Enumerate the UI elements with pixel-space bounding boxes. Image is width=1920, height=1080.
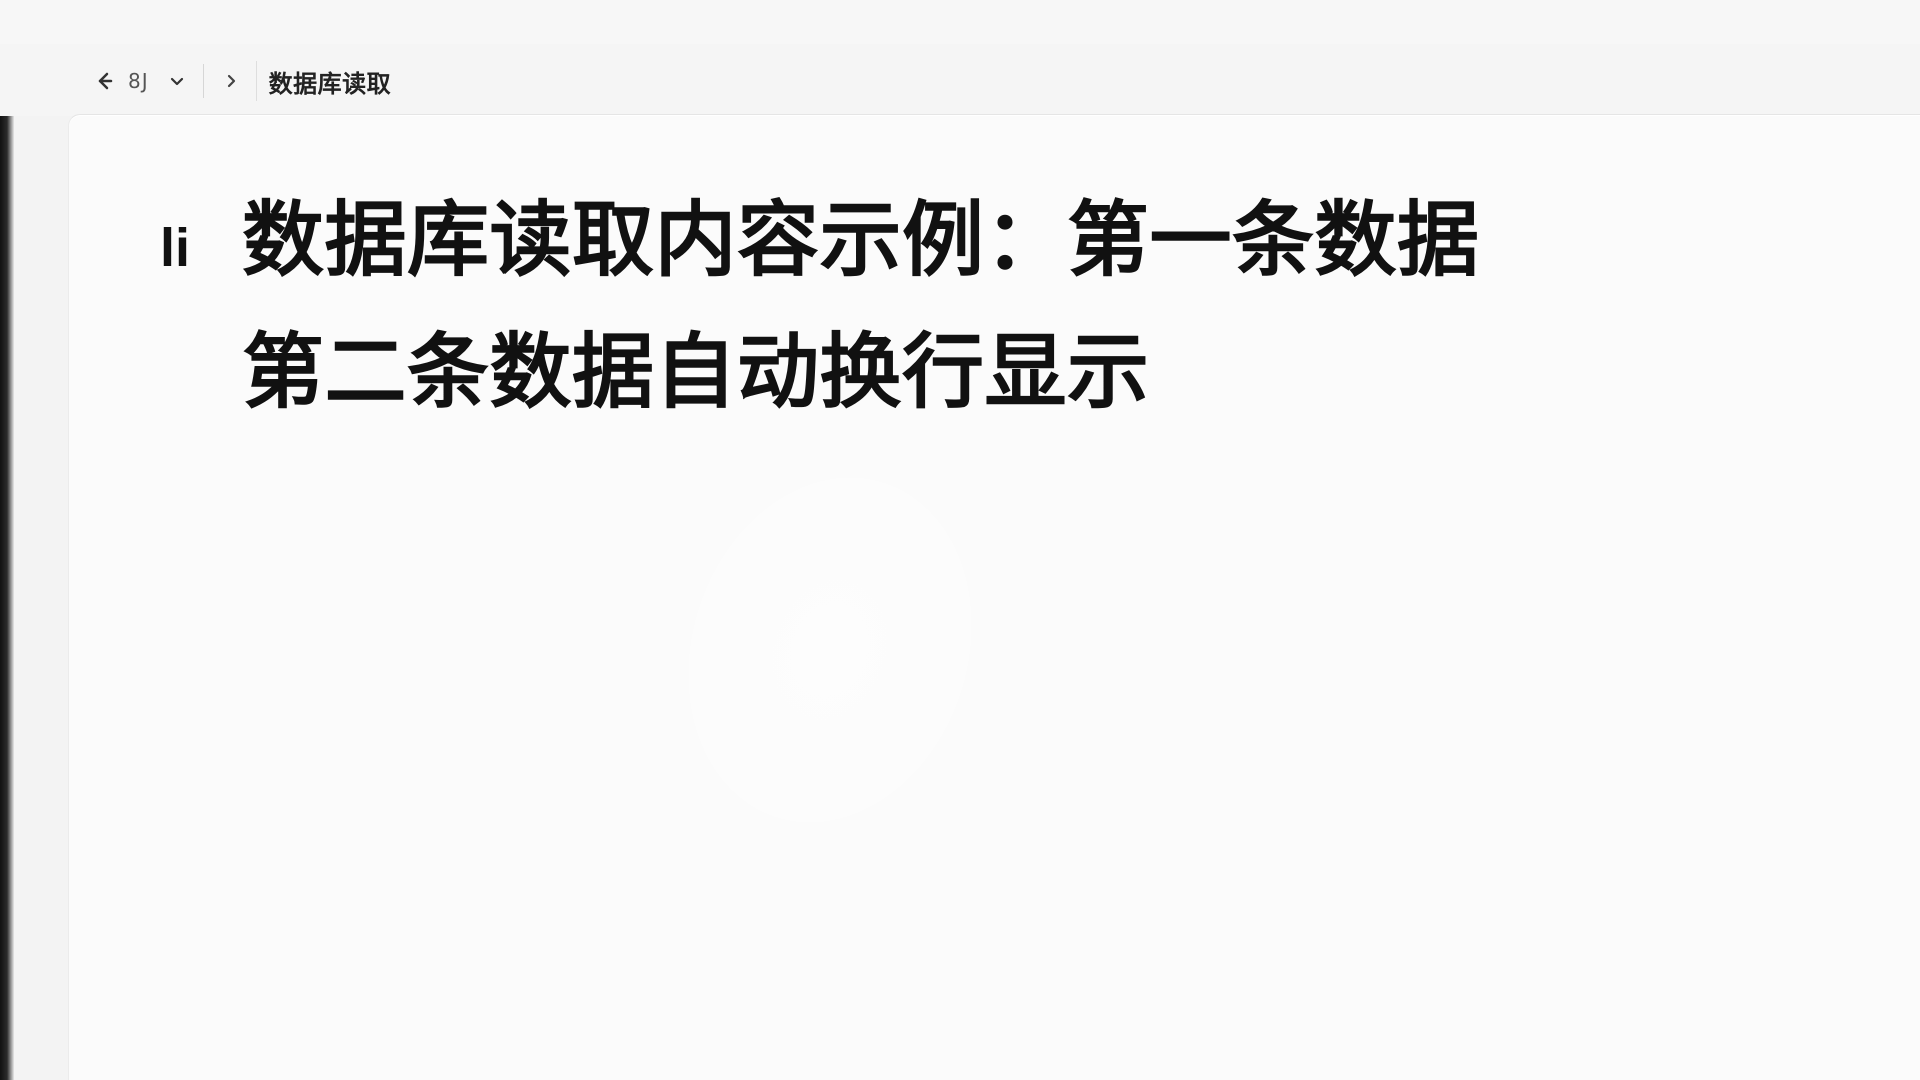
breadcrumb-divider — [255, 61, 257, 101]
history-label[interactable]: 8J — [124, 58, 161, 104]
nav-divider — [202, 64, 204, 98]
forward-button[interactable] — [214, 58, 248, 104]
history-dropdown-button[interactable] — [161, 58, 193, 104]
arrow-left-icon — [92, 69, 116, 93]
content-line-1: 数据库读取内容示例：第一条数据 — [242, 193, 1480, 288]
content-line-2: 第二条数据自动换行显示 — [242, 325, 1150, 420]
chevron-right-icon — [221, 71, 241, 91]
page-breadcrumb[interactable]: 数据库读取 — [269, 58, 392, 104]
navigation-group: 8J 数据库读取 — [84, 58, 391, 104]
left-edge — [0, 0, 14, 1080]
top-strip — [0, 0, 1920, 44]
list-prefix: li — [160, 218, 191, 278]
chevron-down-icon — [167, 71, 187, 91]
back-button[interactable] — [84, 58, 124, 104]
content-text-block: li 数据库读取内容示例：第一条数据 第二条数据自动换行显示 — [160, 195, 1479, 435]
screen: 8J 数据库读取 li 数据库读取内容示例：第一条数据 第二条数据自动换行显示 — [0, 0, 1920, 1080]
